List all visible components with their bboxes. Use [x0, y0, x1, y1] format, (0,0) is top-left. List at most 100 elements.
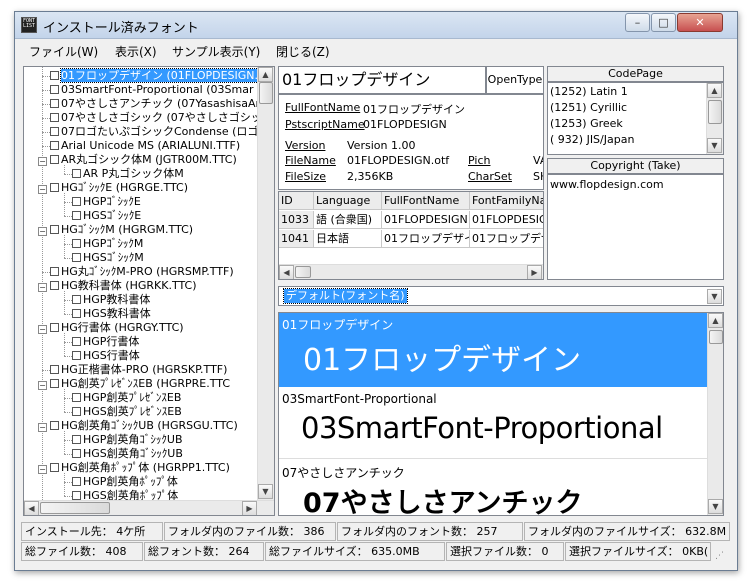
tree-item[interactable]: − HG創英ﾌﾟﾚｾﾞﾝｽEB (HGRPRE.TTC: [38, 377, 230, 391]
tree-item-checkbox[interactable]: [50, 463, 59, 472]
tree-item-checkbox[interactable]: [50, 281, 59, 290]
tree-item[interactable]: HGSｺﾞｼｯｸM: [72, 251, 144, 265]
tree-item[interactable]: − HGｺﾞｼｯｸM (HGRGM.TTC): [38, 223, 193, 237]
tree-item[interactable]: HGP行書体: [72, 335, 139, 349]
minimize-button[interactable]: –: [625, 13, 650, 32]
tree-item[interactable]: HGS行書体: [72, 349, 140, 363]
maximize-button[interactable]: □: [651, 13, 676, 32]
collapse-icon[interactable]: −: [38, 185, 47, 194]
tree-item[interactable]: HGPｺﾞｼｯｸM: [72, 237, 143, 251]
preview-scroll-thumb[interactable]: [709, 330, 723, 344]
tree-item-checkbox[interactable]: [50, 141, 59, 150]
table-cell[interactable]: 日本語: [314, 230, 382, 248]
tree-item-checkbox[interactable]: [50, 379, 59, 388]
preview-scroll-down-button[interactable]: ▼: [708, 499, 723, 514]
tree-item-checkbox[interactable]: [50, 71, 59, 80]
tree-scroll-left-button[interactable]: ◀: [24, 501, 39, 515]
tree-item-checkbox[interactable]: [50, 183, 59, 192]
tree-item[interactable]: HGP創英ﾌﾟﾚｾﾞﾝｽEB: [72, 391, 181, 405]
menu-view[interactable]: 表示(X): [115, 43, 157, 60]
tree-item[interactable]: HGS創英ﾌﾟﾚｾﾞﾝｽEB: [72, 405, 182, 419]
tree-hscroll-thumb[interactable]: [40, 502, 110, 514]
table-cell[interactable]: 01FLOPDESIG: [470, 211, 543, 229]
tree-item-checkbox[interactable]: [50, 127, 59, 136]
tree-item[interactable]: 07ロゴたいぷゴシックCondense (ロゴた: [50, 125, 269, 139]
tree-item[interactable]: HGS創英角ｺﾞｼｯｸUB: [72, 447, 183, 461]
codepage-item[interactable]: (1253) Greek: [550, 117, 623, 130]
tree-scroll-right-button[interactable]: ▶: [242, 501, 257, 515]
tree-scroll-up-button[interactable]: ▲: [258, 67, 273, 82]
collapse-icon[interactable]: −: [38, 227, 47, 236]
collapse-icon[interactable]: −: [38, 157, 47, 166]
preview-item[interactable]: 07やさしさアンチック 07やさしさアンチック: [279, 461, 708, 515]
preview-scroll-up-button[interactable]: ▲: [708, 313, 723, 328]
tree-item-checkbox[interactable]: [72, 477, 81, 486]
grid-horizontal-scrollbar[interactable]: ◀ ▶: [279, 264, 543, 279]
app-icon[interactable]: FONT LIST: [21, 17, 37, 33]
codepage-scrollbar[interactable]: ▲ ▼: [706, 83, 723, 154]
tree-item[interactable]: 07やさしさゴシック (07やさしさゴシック: [50, 111, 273, 125]
tree-item-checkbox[interactable]: [50, 113, 59, 122]
tree-item[interactable]: HGP教科書体: [72, 293, 150, 307]
tree-item-checkbox[interactable]: [50, 99, 59, 108]
tree-item-checkbox[interactable]: [72, 295, 81, 304]
tree-item-checkbox[interactable]: [50, 267, 59, 276]
preview-item[interactable]: 03SmartFont-Proportional 03SmartFont-Pro…: [279, 389, 708, 459]
tree-item-checkbox[interactable]: [72, 211, 81, 220]
tree-scroll-thumb[interactable]: [259, 82, 273, 104]
codepage-item[interactable]: (1251) Cyrillic: [550, 101, 627, 114]
menu-sample-view[interactable]: サンプル表示(Y): [172, 43, 260, 60]
table-cell[interactable]: 1033: [279, 211, 314, 229]
tree-vertical-scrollbar[interactable]: ▲ ▼: [257, 67, 274, 500]
tree-item-checkbox[interactable]: [50, 323, 59, 332]
tree-item-checkbox[interactable]: [72, 491, 81, 500]
column-header-fontfamilyname[interactable]: FontFamilyNa: [470, 192, 543, 210]
preview-scrollbar[interactable]: ▲ ▼: [707, 313, 723, 515]
tree-item-checkbox[interactable]: [72, 407, 81, 416]
tree-item[interactable]: 07やさしさアンチック (07YasashisaAnt: [50, 97, 267, 111]
tree-item-checkbox[interactable]: [50, 225, 59, 234]
codepage-item[interactable]: ( 932) JIS/Japan: [550, 133, 634, 146]
copyright-box[interactable]: www.flopdesign.com: [547, 174, 724, 280]
tree-item-checkbox[interactable]: [72, 239, 81, 248]
menu-file[interactable]: ファイル(W): [29, 43, 98, 60]
tree-item[interactable]: HG正楷書体-PRO (HGRSKP.TTF): [50, 363, 227, 377]
sample-text-value[interactable]: デフォルト(フォント名): [283, 288, 408, 304]
tree-horizontal-scrollbar[interactable]: ◀ ▶: [24, 500, 274, 515]
codepage-scroll-up-button[interactable]: ▲: [707, 83, 722, 98]
codepage-item[interactable]: (1252) Latin 1: [550, 85, 628, 98]
codepage-scroll-thumb[interactable]: [708, 100, 722, 124]
tree-item[interactable]: HGP創英角ｺﾞｼｯｸUB: [72, 433, 183, 447]
tree-item[interactable]: HGSｺﾞｼｯｸE: [72, 209, 141, 223]
tree-item[interactable]: − HG行書体 (HGRGY.TTC): [38, 321, 184, 335]
sample-text-combo[interactable]: デフォルト(フォント名) ▼: [278, 286, 724, 306]
tree-item-checkbox[interactable]: [50, 421, 59, 430]
tree-scroll-down-button[interactable]: ▼: [258, 484, 273, 499]
codepage-scroll-down-button[interactable]: ▼: [707, 138, 722, 153]
tree-item-checkbox[interactable]: [72, 197, 81, 206]
close-button[interactable]: ✕: [677, 13, 723, 32]
name-table[interactable]: ID Language FullFontName FontFamilyNa 10…: [278, 191, 544, 280]
preview-item[interactable]: 01フロップデザイン 01フロップデザイン: [279, 313, 708, 387]
tree-item-checkbox[interactable]: [72, 393, 81, 402]
grid-hscroll-thumb[interactable]: [295, 266, 311, 278]
tree-item[interactable]: Arial Unicode MS (ARIALUNI.TTF): [50, 139, 240, 153]
tree-item-checkbox[interactable]: [72, 449, 81, 458]
tree-item[interactable]: HGS教科書体: [72, 307, 151, 321]
tree-item-checkbox[interactable]: [72, 351, 81, 360]
column-header-language[interactable]: Language: [314, 192, 382, 210]
chevron-down-icon[interactable]: ▼: [707, 289, 722, 304]
title-bar[interactable]: FONT LIST インストール済みフォント – □ ✕: [15, 12, 737, 39]
tree-item-checkbox[interactable]: [72, 253, 81, 262]
tree-item[interactable]: − HG教科書体 (HGRKK.TTC): [38, 279, 197, 293]
tree-item-checkbox[interactable]: [50, 365, 59, 374]
tree-item-checkbox[interactable]: [72, 169, 81, 178]
collapse-icon[interactable]: −: [38, 381, 47, 390]
column-header-fullfontname[interactable]: FullFontName: [382, 192, 470, 210]
tree-item[interactable]: 01フロップデザイン (01FLOPDESIGN.): [50, 68, 264, 83]
font-tree[interactable]: 01フロップデザイン (01FLOPDESIGN.) 03SmartFont-Pr…: [23, 66, 275, 516]
table-cell[interactable]: 01フロップデザ: [470, 230, 543, 248]
codepage-list[interactable]: (1252) Latin 1 (1251) Cyrillic (1253) Gr…: [547, 82, 724, 155]
grid-scroll-right-button[interactable]: ▶: [527, 265, 542, 279]
tree-item[interactable]: 03SmartFont-Proportional (03Smar: [50, 83, 254, 97]
